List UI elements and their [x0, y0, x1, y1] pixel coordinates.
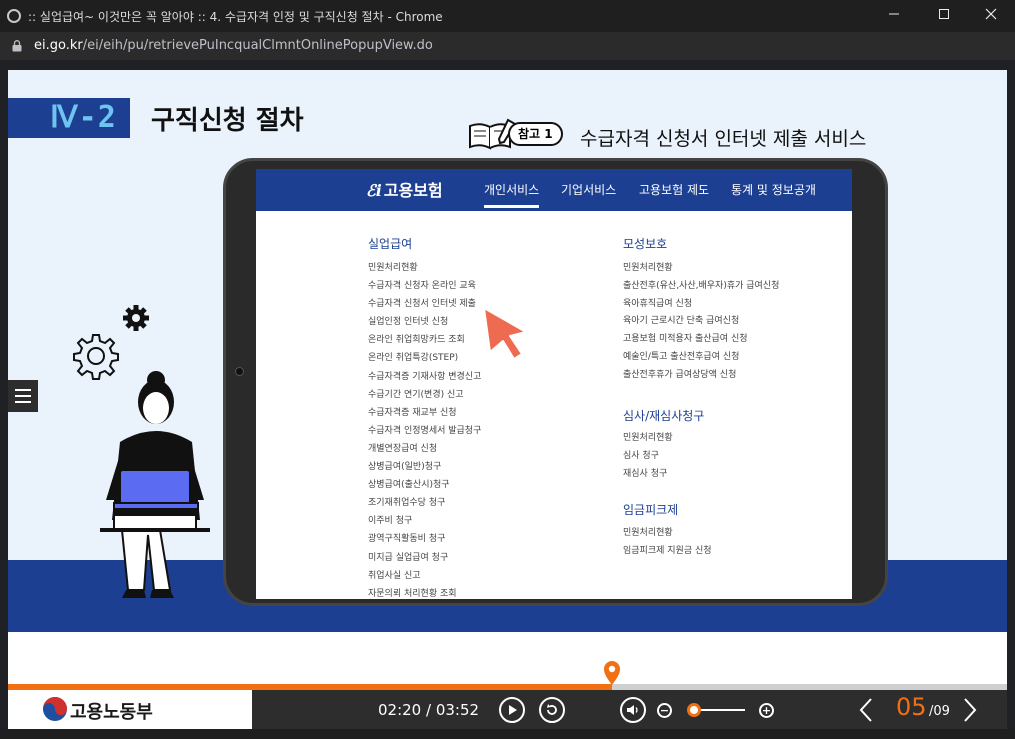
- play-button[interactable]: [499, 697, 525, 723]
- replay-icon: [547, 704, 557, 715]
- list-item: 육아기 근로시간 단축 급여신청: [623, 316, 740, 327]
- gear-icon: [123, 305, 149, 331]
- list-item: 예술인/특고 출산전후급여 신청: [623, 351, 740, 362]
- highlighted-list-item: 수급자격 신청서 인터넷 제출: [368, 299, 476, 310]
- section-number: Ⅳ-2: [50, 100, 117, 135]
- list-item: 수급기간 연기(변경) 신고: [368, 389, 464, 400]
- lecture-slide: Ⅳ-2 구직신청 절차 참고 1 수급자격 신청서 인터넷 제출 서비스 ℰi 고…: [8, 70, 1007, 690]
- list-item: 수급자격 신청자 온라인 교육: [368, 281, 476, 292]
- appeal-menu-list: 민원처리현황 심사 청구 재심사 청구: [623, 429, 673, 482]
- maximize-icon: [939, 9, 949, 19]
- list-item: 온라인 취업희망카드 조회: [368, 335, 465, 346]
- list-item: 수급자격 인정명세서 발급청구: [368, 425, 482, 436]
- site-nav-bar: ℰi 고용보험 개인서비스 기업서비스 고용보험 제도 통계 및 정보공개: [256, 169, 852, 211]
- globe-icon: [7, 9, 21, 23]
- speaker-icon: [627, 705, 638, 715]
- url-text[interactable]: ei.go.kr/ei/eih/pu/retrievePuIncqualClmn…: [34, 38, 433, 53]
- wage-peak-heading: 임금피크제: [623, 503, 679, 517]
- mute-button[interactable]: [620, 697, 646, 723]
- list-item: 재심사 청구: [623, 468, 668, 479]
- list-item: 임금피크제 지원금 신청: [623, 545, 712, 556]
- appeal-heading: 심사/재심사청구: [623, 409, 705, 423]
- list-item: 취업사실 신고: [368, 570, 421, 581]
- person-with-laptop-illustration: [100, 371, 210, 598]
- maternity-heading: 모성보호: [623, 237, 668, 251]
- tablet-device: ℰi 고용보험 개인서비스 기업서비스 고용보험 제도 통계 및 정보공개 실업급…: [223, 158, 888, 606]
- ministry-brand: 고용노동부: [8, 690, 252, 729]
- list-item: 실업인정 인터넷 신청: [368, 317, 449, 328]
- slide-bottom-strip: [8, 632, 1007, 690]
- next-page-button[interactable]: [958, 696, 982, 724]
- nav-personal-services: 개인서비스: [484, 183, 540, 208]
- menu-bar: [15, 389, 31, 391]
- list-item: 민원처리현황: [623, 528, 673, 538]
- list-item: 출산전후휴가 급여상당액 신청: [623, 369, 737, 380]
- list-item: 광역구직활동비 청구: [368, 534, 446, 545]
- play-icon: [509, 705, 517, 715]
- list-item: 민원처리현황: [623, 263, 673, 273]
- reference-label: 참고 1: [508, 122, 563, 146]
- wage-peak-menu-list: 민원처리현황 임금피크제 지원금 신청: [623, 524, 712, 560]
- reference-title: 수급자격 신청서 인터넷 제출 서비스: [580, 128, 867, 150]
- list-item: 상병급여(일반)청구: [368, 462, 442, 473]
- unemployment-menu-list: 민원처리현황 수급자격 신청자 온라인 교육 수급자격 신청서 인터넷 제출 실…: [368, 259, 481, 599]
- minimize-button[interactable]: [884, 6, 904, 26]
- url-host: ei.go.kr: [34, 38, 83, 53]
- player-control-bar: 고용노동부 02:20 / 03:52 − + 05 /09: [8, 690, 1007, 729]
- section-title: 구직신청 절차: [151, 106, 304, 136]
- total-pages: /09: [929, 704, 950, 719]
- list-item: 미지급 실업급여 청구: [368, 552, 449, 563]
- unemployment-benefit-heading: 실업급여: [368, 237, 413, 251]
- maternity-menu-list: 민원처리현황 출산전후(유산,사산,배우자)휴가 급여신청 육아휴직급여 신청 …: [623, 259, 779, 384]
- list-item: 고용보험 미적용자 출산급여 신청: [623, 334, 748, 345]
- section-number-badge: Ⅳ-2: [8, 98, 130, 138]
- list-item: 온라인 취업특강(STEP): [368, 353, 459, 364]
- list-item: 수급자격증 재교부 신청: [368, 407, 457, 418]
- replay-button[interactable]: [539, 697, 565, 723]
- nav-insurance-system: 고용보험 제도: [639, 183, 710, 197]
- list-item: 상병급여(출산시)청구: [368, 480, 450, 491]
- website-screenshot: ℰi 고용보험 개인서비스 기업서비스 고용보험 제도 통계 및 정보공개 실업급…: [256, 169, 852, 599]
- previous-page-button[interactable]: [854, 696, 878, 724]
- window-titlebar: :: 실업급여~ 이것만은 꼭 알아야 :: 4. 수급자격 인정 및 구직신청…: [0, 0, 1015, 32]
- ministry-name: 고용노동부: [70, 702, 153, 723]
- site-logo: ℰi 고용보험: [366, 177, 443, 201]
- list-item: 민원처리현황: [368, 263, 418, 273]
- list-item: 개별연장급여 신청: [368, 443, 438, 454]
- list-item: 자문의뢰 처리현황 조회: [368, 588, 457, 599]
- address-bar[interactable]: ei.go.kr/ei/eih/pu/retrievePuIncqualClmn…: [0, 32, 1015, 60]
- list-item: 민원처리현황: [623, 433, 673, 443]
- close-icon: [985, 8, 997, 20]
- list-item: 심사 청구: [623, 450, 659, 461]
- side-menu-button[interactable]: [8, 380, 38, 412]
- maximize-button[interactable]: [934, 6, 954, 26]
- menu-bar: [15, 395, 31, 397]
- window-title: :: 실업급여~ 이것만은 꼭 알아야 :: 4. 수급자격 인정 및 구직신청…: [28, 10, 443, 24]
- volume-up-button[interactable]: +: [759, 703, 774, 718]
- current-page: 05: [896, 693, 927, 721]
- playback-time: 02:20 / 03:52: [378, 701, 480, 719]
- logo-mark-icon: ℰi: [366, 181, 382, 200]
- window-bottom-edge: [0, 729, 1015, 739]
- lock-icon: [12, 40, 22, 52]
- minimize-icon: [889, 13, 899, 15]
- close-button[interactable]: [981, 6, 1001, 26]
- list-item: 출산전후(유산,사산,배우자)휴가 급여신청: [623, 280, 780, 291]
- progress-marker-icon[interactable]: [602, 660, 622, 686]
- nav-statistics: 통계 및 정보공개: [731, 183, 816, 197]
- volume-down-button[interactable]: −: [657, 703, 672, 718]
- menu-bar: [15, 401, 31, 403]
- list-item: 조기재취업수당 청구: [368, 498, 446, 509]
- pointer-arrow-icon: [483, 307, 527, 360]
- list-item: 수급자격증 기재사항 변경신고: [368, 371, 482, 382]
- taegeuk-logo-icon: [43, 697, 67, 721]
- list-item: 육아휴직급여 신청: [623, 298, 693, 309]
- tablet-camera: [235, 367, 244, 376]
- list-item: 이주비 청구: [368, 516, 413, 527]
- url-path: /ei/eih/pu/retrievePuIncqualClmntOnlineP…: [82, 38, 433, 53]
- site-logo-text: 고용보험: [383, 181, 443, 200]
- nav-business-services: 기업서비스: [561, 183, 617, 197]
- volume-knob[interactable]: [687, 703, 701, 717]
